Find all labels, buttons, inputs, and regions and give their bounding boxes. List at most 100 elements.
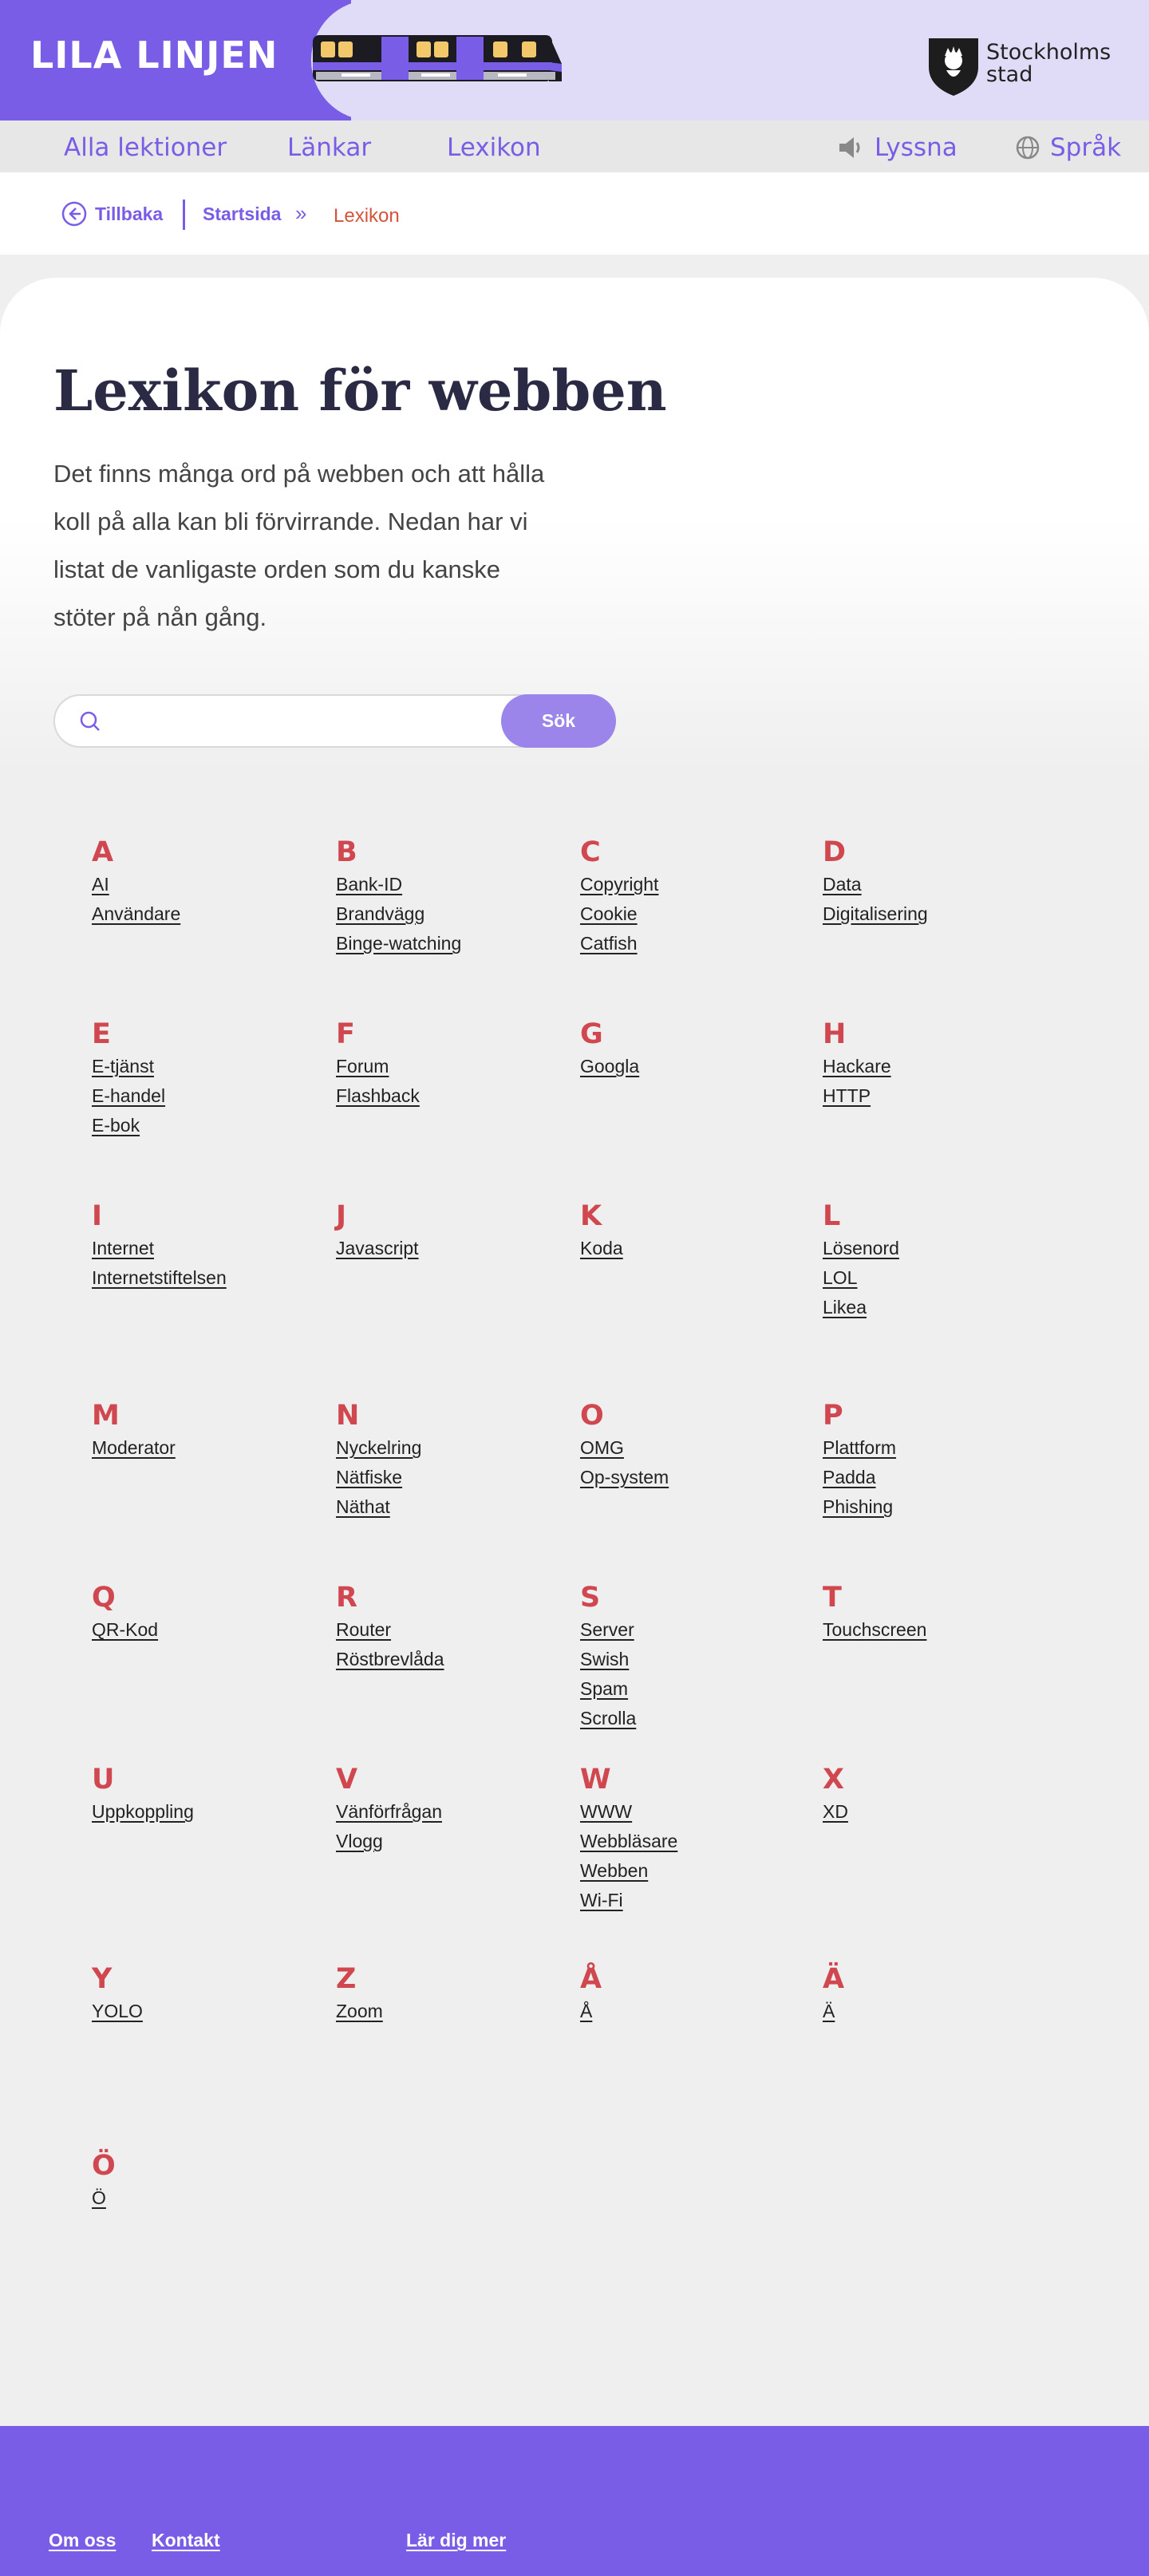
letter-group: C Copyright Cookie Catfish xyxy=(580,836,811,958)
letter-heading: O xyxy=(580,1400,604,1432)
letter-heading: J xyxy=(336,1200,347,1232)
letter-heading: H xyxy=(823,1018,847,1050)
lexicon-term-link[interactable]: Internet xyxy=(92,1234,323,1263)
letter-group: F Forum Flashback xyxy=(336,1018,567,1111)
lexicon-term-link[interactable]: Flashback xyxy=(336,1081,567,1111)
letter-heading: Ö xyxy=(92,2150,116,2182)
lexicon-term-link[interactable]: Vänförfrågan xyxy=(336,1797,567,1827)
lexicon-term-link[interactable]: Router xyxy=(336,1615,567,1645)
city-crest-icon xyxy=(929,38,978,96)
lexicon-term-link[interactable]: XD xyxy=(823,1797,1054,1827)
lexicon-term-link[interactable]: Swish xyxy=(580,1645,811,1674)
letter-group: Y YOLO xyxy=(92,1963,323,2026)
lexicon-term-link[interactable]: Zoom xyxy=(336,1997,567,2026)
lexicon-term-link[interactable]: Wi-Fi xyxy=(580,1886,811,1915)
lexicon-term-link[interactable]: Nyckelring xyxy=(336,1433,567,1463)
lexicon-term-link[interactable]: Googla xyxy=(580,1052,811,1081)
letter-group: P Plattform Padda Phishing xyxy=(823,1400,1054,1522)
lexicon-term-link[interactable]: Röstbrevlåda xyxy=(336,1645,567,1674)
breadcrumb-divider xyxy=(183,200,185,230)
footer-link-om-oss[interactable]: Om oss xyxy=(49,2530,116,2551)
letter-group: ÄÄ xyxy=(823,1963,1054,2026)
lexicon-term-link[interactable]: Server xyxy=(580,1615,811,1645)
language-button[interactable]: Språk xyxy=(1015,133,1121,162)
lexicon-term-link[interactable]: Moderator xyxy=(92,1433,323,1463)
lexicon-term-link[interactable]: Brandvägg xyxy=(336,899,567,929)
main-nav: Alla lektioner Länkar Lexikon Lyssna Spr… xyxy=(0,121,1149,172)
lexicon-term-link[interactable]: Nätfiske xyxy=(336,1463,567,1492)
search-input[interactable] xyxy=(113,705,488,737)
lexicon-term-link[interactable]: Ä xyxy=(823,1997,1054,2026)
letter-group: O OMG Op-system xyxy=(580,1400,811,1492)
letter-group: V Vänförfrågan Vlogg xyxy=(336,1764,567,1856)
lexicon-term-link[interactable]: Digitalisering xyxy=(823,899,1054,929)
lexicon-term-link[interactable]: Data xyxy=(823,870,1054,899)
lexicon-term-link[interactable]: Ö xyxy=(92,2183,323,2213)
lexicon-term-link[interactable]: LOL xyxy=(823,1263,1054,1293)
lexicon-term-link[interactable]: Å xyxy=(580,1997,811,2026)
nav-item-lankar[interactable]: Länkar xyxy=(287,133,371,162)
lexicon-term-link[interactable]: Forum xyxy=(336,1052,567,1081)
lexicon-term-link[interactable]: Javascript xyxy=(336,1234,567,1263)
letter-group: I Internet Internetstiftelsen xyxy=(92,1200,323,1293)
breadcrumb-current: Lexikon xyxy=(334,205,400,227)
breadcrumb-home-link[interactable]: Startsida xyxy=(203,203,281,225)
back-label: Tillbaka xyxy=(95,203,164,224)
listen-button[interactable]: Lyssna xyxy=(838,133,958,162)
lexicon-term-link[interactable]: Binge-watching xyxy=(336,929,567,958)
lexicon-term-link[interactable]: Webben xyxy=(580,1856,811,1886)
lexicon-term-link[interactable]: Internetstiftelsen xyxy=(92,1263,323,1293)
main-content: Lexikon för webben Det finns många ord p… xyxy=(0,278,1149,2424)
letter-group: ÅÅ xyxy=(580,1963,811,2026)
nav-item-lexikon[interactable]: Lexikon xyxy=(447,133,541,162)
lexicon-term-link[interactable]: Touchscreen xyxy=(823,1615,1054,1645)
lexicon-term-link[interactable]: Näthat xyxy=(336,1492,567,1522)
stockholms-stad-logo[interactable]: Stockholms stad xyxy=(927,35,1119,97)
lexicon-term-link[interactable]: Lösenord xyxy=(823,1234,1054,1263)
lexicon-term-link[interactable]: Koda xyxy=(580,1234,811,1263)
letter-group: H Hackare HTTP xyxy=(823,1018,1054,1111)
letter-heading: W xyxy=(580,1764,611,1796)
lexicon-term-link[interactable]: WWW xyxy=(580,1797,811,1827)
lexicon-term-link[interactable]: E-handel xyxy=(92,1081,323,1111)
lexicon-term-link[interactable]: Användare xyxy=(92,899,323,929)
lexicon-term-link[interactable]: HTTP xyxy=(823,1081,1054,1111)
lexicon-term-link[interactable]: Scrolla xyxy=(580,1704,811,1733)
search-button[interactable]: Sök xyxy=(501,694,616,748)
letter-heading: P xyxy=(823,1400,843,1432)
lexicon-term-link[interactable]: Webbläsare xyxy=(580,1827,811,1856)
lexicon-term-link[interactable]: Hackare xyxy=(823,1052,1054,1081)
logo-text-line1: Stockholms xyxy=(986,40,1111,65)
lexicon-term-link[interactable]: E-bok xyxy=(92,1111,323,1140)
letter-heading: R xyxy=(336,1582,357,1614)
letter-group: Q QR-Kod xyxy=(92,1582,323,1645)
lexicon-term-link[interactable]: Bank-ID xyxy=(336,870,567,899)
lexicon-term-link[interactable]: Likea xyxy=(823,1293,1054,1322)
site-title[interactable]: LILA LINJEN xyxy=(30,34,278,77)
lexicon-term-link[interactable]: Uppkoppling xyxy=(92,1797,323,1827)
back-arrow-icon xyxy=(61,201,87,227)
back-link[interactable]: Tillbaka xyxy=(61,201,163,227)
lexicon-term-link[interactable]: QR-Kod xyxy=(92,1615,323,1645)
footer-link-kontakt[interactable]: Kontakt xyxy=(152,2530,220,2551)
footer-link-lar-dig-mer[interactable]: Lär dig mer xyxy=(406,2530,506,2551)
letter-heading: V xyxy=(336,1764,358,1796)
lexicon-term-link[interactable]: Catfish xyxy=(580,929,811,958)
lexicon-term-link[interactable]: AI xyxy=(92,870,323,899)
lexicon-term-link[interactable]: E-tjänst xyxy=(92,1052,323,1081)
lexicon-term-link[interactable]: Padda xyxy=(823,1463,1054,1492)
lexicon-term-link[interactable]: Phishing xyxy=(823,1492,1054,1522)
letter-group: D Data Digitalisering xyxy=(823,836,1054,929)
letter-heading: T xyxy=(823,1582,842,1614)
lexicon-term-link[interactable]: Copyright xyxy=(580,870,811,899)
lexicon-term-link[interactable]: Plattform xyxy=(823,1433,1054,1463)
lexicon-term-link[interactable]: Cookie xyxy=(580,899,811,929)
lexicon-term-link[interactable]: Op-system xyxy=(580,1463,811,1492)
lexicon-term-link[interactable]: Spam xyxy=(580,1674,811,1704)
lexicon-term-link[interactable]: Vlogg xyxy=(336,1827,567,1856)
letter-heading: Ä xyxy=(823,1963,845,1995)
lexicon-term-link[interactable]: YOLO xyxy=(92,1997,323,2026)
nav-item-alla-lektioner[interactable]: Alla lektioner xyxy=(64,133,227,162)
letter-heading: A xyxy=(92,836,114,868)
lexicon-term-link[interactable]: OMG xyxy=(580,1433,811,1463)
